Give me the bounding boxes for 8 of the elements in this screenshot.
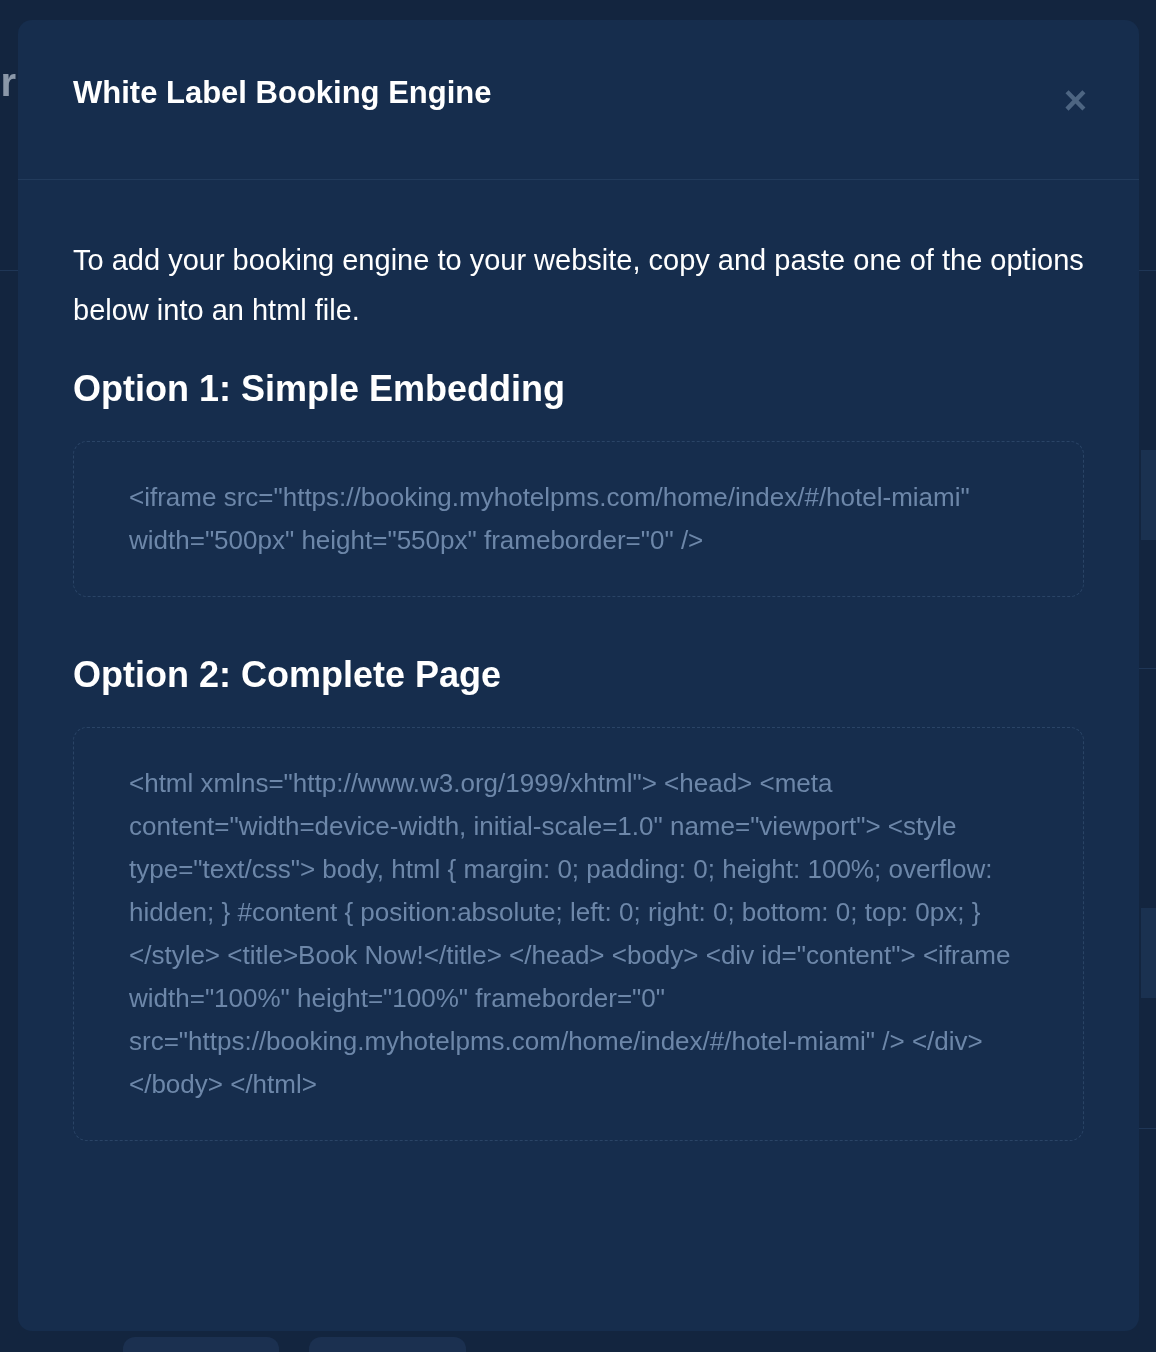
modal-title: White Label Booking Engine [73, 74, 492, 112]
option-heading: Option 2: Complete Page [73, 653, 503, 697]
code-snippet: <html xmlns="http://www.w3.org/1999/xhtml"> <head> <meta content="width=device-width, initial-scale=1.0" name="viewport"> <style type="text/css"> body, html { margin: 0; padding: 0; height: 100%; overflow: hidden; } #content { position:absolute; left: 0; right: 0; bottom: 0; top: 0px; } </style> <title>Book Now!</title> </head> <body> <div id="content"> <iframe width="100%" height="100%" frameborder="0" src="https://booking.myhotelpms.com/home/index/#/hotel-miami" /> </div> </body> </html> [73, 727, 1084, 1141]
option-heading: Option 1: Simple Embedding [73, 367, 566, 411]
close-button[interactable]: × [1063, 80, 1087, 120]
code-snippet: <iframe src="https://booking.myhotelpms.com/home/index/#/hotel-miami" width="500px" height="550px" frameborder="0" /> [73, 441, 1084, 597]
intro-text: To add your booking engine to your website, copy and paste one of the options below into an html file. [73, 243, 1084, 328]
heading-fragment: r [0, 59, 16, 106]
